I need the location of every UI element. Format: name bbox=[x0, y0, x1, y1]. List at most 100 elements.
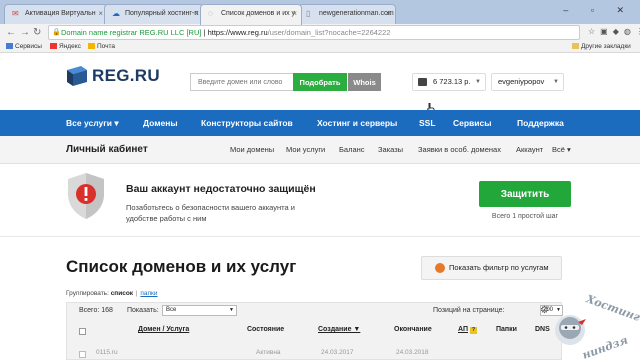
watermark-text-2: ниндзя bbox=[581, 333, 630, 360]
show-filter-value: Все bbox=[166, 307, 177, 313]
chevron-down-icon: ▼ bbox=[553, 79, 559, 85]
close-tab-icon[interactable]: × bbox=[292, 5, 297, 23]
bookmark-yandex[interactable]: Яндекс bbox=[50, 42, 81, 52]
col-domain-service[interactable]: Домен / Услуга bbox=[138, 326, 189, 333]
show-label: Показать: bbox=[127, 307, 159, 314]
security-warning-title: Ваш аккаунт недостаточно защищён bbox=[126, 183, 316, 195]
per-page-label: Позиций на странице: bbox=[433, 307, 505, 314]
tab-title: newgenerationman.com bbox=[319, 10, 394, 17]
tab-title: Активация Виртуальн bbox=[25, 10, 96, 17]
subnav-orders[interactable]: Заказы bbox=[378, 136, 403, 164]
subnav-special-domain-requests[interactable]: Заявки в особ. доменах bbox=[418, 136, 501, 164]
grouping-label: Группировать: bbox=[66, 290, 109, 297]
account-subnav: Личный кабинет Мои домены Мои услуги Бал… bbox=[0, 136, 640, 164]
subnav-my-domains[interactable]: Мои домены bbox=[230, 136, 274, 164]
main-navigation: Все услуги ▾ Домены Конструкторы сайтов … bbox=[0, 110, 640, 136]
show-filter-select[interactable]: Все ▼ bbox=[162, 305, 237, 316]
col-expires[interactable]: Окончание bbox=[394, 326, 432, 333]
yandex-icon bbox=[50, 43, 57, 49]
wallet-icon bbox=[418, 78, 427, 86]
tab-gmail-activation[interactable]: ✉ Активация Виртуальн × bbox=[4, 4, 108, 24]
chevron-down-icon: ▼ bbox=[229, 307, 234, 313]
url-host: https://www.reg.ru bbox=[207, 28, 268, 37]
table-header: Домен / Услуга Состояние Создание ▼ Окон… bbox=[66, 326, 562, 338]
row-created: 24.03.2017 bbox=[321, 349, 354, 356]
subnav-all[interactable]: Всё ▾ bbox=[552, 136, 571, 164]
plus-circle-icon bbox=[435, 263, 445, 273]
account-title: Личный кабинет bbox=[66, 144, 148, 155]
loading-icon: ◌ bbox=[208, 9, 213, 18]
select-all-checkbox[interactable] bbox=[79, 328, 86, 335]
tab-hosting[interactable]: ☁ Популярный хостинг-п × bbox=[104, 4, 204, 24]
balance-dropdown[interactable]: 6 723.13 р. ▼ bbox=[412, 73, 486, 91]
tab-title: Популярный хостинг-п bbox=[125, 10, 199, 17]
subnav-balance[interactable]: Баланс bbox=[339, 136, 365, 164]
reload-icon[interactable]: ↻ bbox=[33, 26, 41, 40]
whois-button[interactable]: Whois bbox=[348, 73, 381, 91]
col-autorenew[interactable]: АП? bbox=[458, 326, 477, 334]
nav-support[interactable]: Поддержка bbox=[517, 110, 564, 136]
help-question-icon[interactable]: ? bbox=[470, 327, 477, 334]
table-row[interactable]: 0115.ru Активна 24.03.2017 24.03.2018 bbox=[66, 346, 562, 360]
grouping-switch: Группировать: список | папки bbox=[66, 290, 158, 297]
row-expires: 24.03.2018 bbox=[396, 349, 429, 356]
back-icon[interactable]: ← bbox=[6, 26, 16, 40]
window-controls[interactable]: – ▫ ✕ bbox=[563, 5, 634, 16]
watermark-text-1: Хостинг- bbox=[583, 292, 640, 326]
site-logo[interactable]: REG.RU bbox=[92, 66, 160, 86]
nav-ssl[interactable]: SSL bbox=[419, 110, 436, 136]
col-created[interactable]: Создание ▼ bbox=[318, 326, 360, 333]
shield-warning-icon bbox=[68, 173, 104, 219]
col-folders[interactable]: Папки bbox=[496, 326, 517, 333]
tab-domain-list[interactable]: ◌ Список доменов и их у × bbox=[200, 4, 302, 25]
show-service-filter-button[interactable]: Показать фильтр по услугам bbox=[421, 256, 562, 280]
site-identity: Domain name registrar REG.RU LLC [RU] bbox=[61, 28, 202, 37]
search-button[interactable]: Подобрать bbox=[293, 73, 347, 91]
row-checkbox[interactable] bbox=[79, 351, 86, 358]
tab-newgenerationman[interactable]: ▯ newgenerationman.com × bbox=[298, 4, 396, 24]
bookmark-services[interactable]: Сервисы bbox=[6, 42, 42, 52]
subnav-my-services[interactable]: Мои услуги bbox=[286, 136, 325, 164]
grouping-list[interactable]: список bbox=[111, 290, 133, 297]
row-state: Активна bbox=[256, 349, 281, 356]
lock-icon: 🔒 bbox=[52, 29, 61, 36]
col-state[interactable]: Состояние bbox=[247, 326, 284, 333]
close-tab-icon[interactable]: × bbox=[194, 5, 199, 23]
bookmarks-bar: Сервисы Яндекс Почта Другие закладки bbox=[0, 42, 640, 53]
user-menu[interactable]: evgeniypopov ▼ bbox=[491, 73, 564, 91]
nav-site-builders[interactable]: Конструкторы сайтов bbox=[201, 110, 293, 136]
domain-search-input[interactable] bbox=[190, 73, 293, 91]
total-count: Всего: 168 bbox=[79, 307, 113, 314]
close-tab-icon[interactable]: × bbox=[98, 5, 103, 23]
section-divider bbox=[0, 236, 640, 237]
forward-icon[interactable]: → bbox=[20, 26, 30, 40]
filter-button-label: Показать фильтр по услугам bbox=[449, 263, 549, 272]
tab-title: Список доменов и их у bbox=[221, 10, 296, 17]
subnav-account[interactable]: Аккаунт bbox=[516, 136, 543, 164]
extension-icons[interactable]: ☆▣◆◍⋮ bbox=[588, 27, 640, 36]
protect-steps-note: Всего 1 простой шаг bbox=[491, 213, 559, 220]
chevron-down-icon: ▼ bbox=[475, 79, 481, 85]
protect-account-button[interactable]: Защитить bbox=[479, 181, 571, 207]
page-title: Список доменов и их услуг bbox=[66, 257, 297, 276]
url-field[interactable]: 🔒 Domain name registrar REG.RU LLC [RU] … bbox=[48, 25, 580, 40]
balance-amount: 6 723.13 р. bbox=[433, 77, 471, 86]
grouping-folders[interactable]: папки bbox=[140, 290, 157, 297]
nav-domains[interactable]: Домены bbox=[143, 110, 178, 136]
nav-all-services[interactable]: Все услуги ▾ bbox=[66, 110, 119, 136]
apps-icon bbox=[6, 43, 13, 49]
other-bookmarks[interactable]: Другие закладки bbox=[572, 42, 631, 52]
mail-icon bbox=[88, 43, 95, 49]
folder-icon bbox=[572, 43, 579, 49]
page-icon: ▯ bbox=[306, 9, 311, 18]
nav-hosting-servers[interactable]: Хостинг и серверы bbox=[317, 110, 397, 136]
cloud-icon: ☁ bbox=[112, 9, 120, 18]
close-tab-icon[interactable]: × bbox=[386, 5, 391, 23]
regru-logo-icon[interactable] bbox=[65, 64, 89, 88]
row-domain[interactable]: 0115.ru bbox=[96, 349, 118, 356]
url-path: /user/domain_list?nocache=2264222 bbox=[267, 28, 391, 37]
nav-services[interactable]: Сервисы bbox=[453, 110, 492, 136]
username: evgeniypopov bbox=[498, 77, 545, 86]
bookmark-mail[interactable]: Почта bbox=[88, 42, 115, 52]
browser-tab-bar: ✉ Активация Виртуальн × ☁ Популярный хос… bbox=[0, 0, 640, 25]
